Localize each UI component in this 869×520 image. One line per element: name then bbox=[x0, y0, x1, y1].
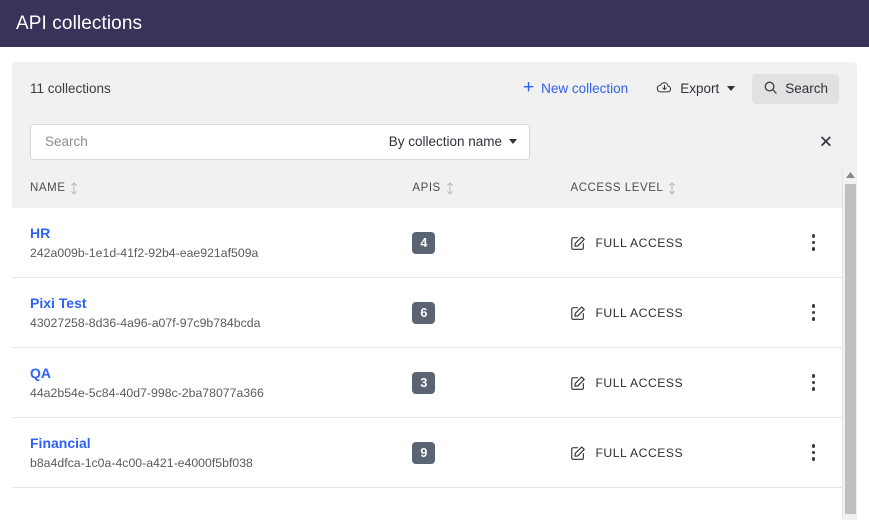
collection-name-link[interactable]: Pixi Test bbox=[30, 295, 87, 311]
new-collection-label: New collection bbox=[541, 81, 629, 96]
cell-collection-name: Financial b8a4dfca-1c0a-4c00-a421-e4000f… bbox=[30, 435, 412, 470]
search-box: By collection name bbox=[30, 123, 530, 160]
cell-apis-count: 6 bbox=[412, 301, 570, 324]
cloud-download-icon bbox=[656, 79, 673, 99]
search-row: By collection name ✕ bbox=[12, 115, 857, 168]
cell-apis-count: 9 bbox=[412, 441, 570, 464]
kebab-menu-icon[interactable] bbox=[806, 370, 822, 395]
apis-count-badge: 4 bbox=[412, 231, 436, 254]
table-body: HR 242a009b-1e1d-41f2-92b4-eae921af509a … bbox=[12, 208, 857, 488]
table-scrollbar[interactable] bbox=[842, 168, 857, 520]
collections-count: 11 collections bbox=[30, 81, 111, 96]
cell-access-level: FULL ACCESS bbox=[570, 235, 805, 251]
table-row[interactable]: HR 242a009b-1e1d-41f2-92b4-eae921af509a … bbox=[12, 208, 857, 278]
search-toggle-button[interactable]: Search bbox=[752, 73, 839, 104]
cell-collection-name: QA 44a2b54e-5c84-40d7-998c-2ba78077a366 bbox=[30, 365, 412, 400]
collections-toolbar: 11 collections + New collection Export S… bbox=[12, 62, 857, 115]
close-search-icon[interactable]: ✕ bbox=[819, 133, 833, 150]
column-header-access-level[interactable]: ACCESS LEVEL bbox=[570, 181, 805, 195]
plus-icon: + bbox=[523, 77, 535, 98]
apis-count-badge: 3 bbox=[412, 371, 436, 394]
cell-access-level: FULL ACCESS bbox=[570, 305, 805, 321]
chevron-down-icon bbox=[727, 86, 736, 91]
collection-id: 44a2b54e-5c84-40d7-998c-2ba78077a366 bbox=[30, 386, 264, 400]
collection-id: 242a009b-1e1d-41f2-92b4-eae921af509a bbox=[30, 246, 259, 260]
collection-name-link[interactable]: Financial bbox=[30, 435, 91, 451]
column-header-apis-label: APIS bbox=[412, 182, 441, 194]
table-row[interactable]: QA 44a2b54e-5c84-40d7-998c-2ba78077a366 … bbox=[12, 348, 857, 418]
scrollbar-thumb[interactable] bbox=[845, 184, 856, 514]
access-level-label: FULL ACCESS bbox=[595, 305, 684, 320]
search-toggle-label: Search bbox=[785, 81, 828, 96]
search-scope-label: By collection name bbox=[388, 134, 502, 149]
edit-square-icon bbox=[570, 375, 586, 391]
kebab-menu-icon[interactable] bbox=[806, 230, 822, 255]
collections-table: NAME APIS ACCESS LEVEL HR 242a009b-1e1d-… bbox=[12, 168, 857, 520]
magnifier-icon bbox=[763, 80, 778, 98]
column-header-name-label: NAME bbox=[30, 182, 66, 194]
column-header-apis[interactable]: APIS bbox=[412, 181, 570, 195]
search-scope-dropdown[interactable]: By collection name bbox=[389, 134, 517, 149]
access-level-label: FULL ACCESS bbox=[595, 375, 684, 390]
page-title: API collections bbox=[16, 12, 143, 34]
cell-collection-name: Pixi Test 43027258-8d36-4a96-a07f-97c9b7… bbox=[30, 295, 412, 330]
kebab-menu-icon[interactable] bbox=[806, 300, 822, 325]
new-collection-button[interactable]: + New collection bbox=[512, 74, 639, 103]
cell-apis-count: 4 bbox=[412, 231, 570, 254]
export-label: Export bbox=[680, 81, 720, 96]
edit-square-icon bbox=[570, 235, 586, 251]
edit-square-icon bbox=[570, 305, 586, 321]
apis-count-badge: 9 bbox=[412, 441, 436, 464]
app-header: API collections bbox=[0, 0, 869, 47]
sort-updown-icon bbox=[668, 181, 676, 195]
table-row[interactable]: Pixi Test 43027258-8d36-4a96-a07f-97c9b7… bbox=[12, 278, 857, 348]
sort-updown-icon bbox=[70, 181, 78, 195]
edit-square-icon bbox=[570, 445, 586, 461]
column-header-access-level-label: ACCESS LEVEL bbox=[570, 182, 664, 194]
table-row[interactable]: Financial b8a4dfca-1c0a-4c00-a421-e4000f… bbox=[12, 418, 857, 488]
toolbar-actions: + New collection Export Search bbox=[512, 73, 839, 105]
access-level-label: FULL ACCESS bbox=[595, 445, 684, 460]
chevron-down-icon bbox=[509, 139, 517, 144]
collections-card: 11 collections + New collection Export S… bbox=[12, 62, 857, 520]
search-input[interactable] bbox=[45, 124, 389, 159]
collection-id: 43027258-8d36-4a96-a07f-97c9b784bcda bbox=[30, 316, 261, 330]
cell-access-level: FULL ACCESS bbox=[570, 375, 805, 391]
table-header-row: NAME APIS ACCESS LEVEL bbox=[12, 168, 857, 208]
apis-count-badge: 6 bbox=[412, 301, 436, 324]
page-body: 11 collections + New collection Export S… bbox=[0, 47, 869, 520]
collection-name-link[interactable]: HR bbox=[30, 225, 50, 241]
scroll-up-arrow-icon[interactable] bbox=[843, 168, 857, 182]
cell-apis-count: 3 bbox=[412, 371, 570, 394]
collection-name-link[interactable]: QA bbox=[30, 365, 51, 381]
export-button[interactable]: Export bbox=[645, 73, 746, 105]
column-header-name[interactable]: NAME bbox=[30, 181, 412, 195]
kebab-menu-icon[interactable] bbox=[806, 440, 822, 465]
cell-access-level: FULL ACCESS bbox=[570, 445, 805, 461]
access-level-label: FULL ACCESS bbox=[595, 235, 684, 250]
collection-id: b8a4dfca-1c0a-4c00-a421-e4000f5bf038 bbox=[30, 456, 253, 470]
sort-updown-icon bbox=[446, 181, 454, 195]
cell-collection-name: HR 242a009b-1e1d-41f2-92b4-eae921af509a bbox=[30, 225, 412, 260]
